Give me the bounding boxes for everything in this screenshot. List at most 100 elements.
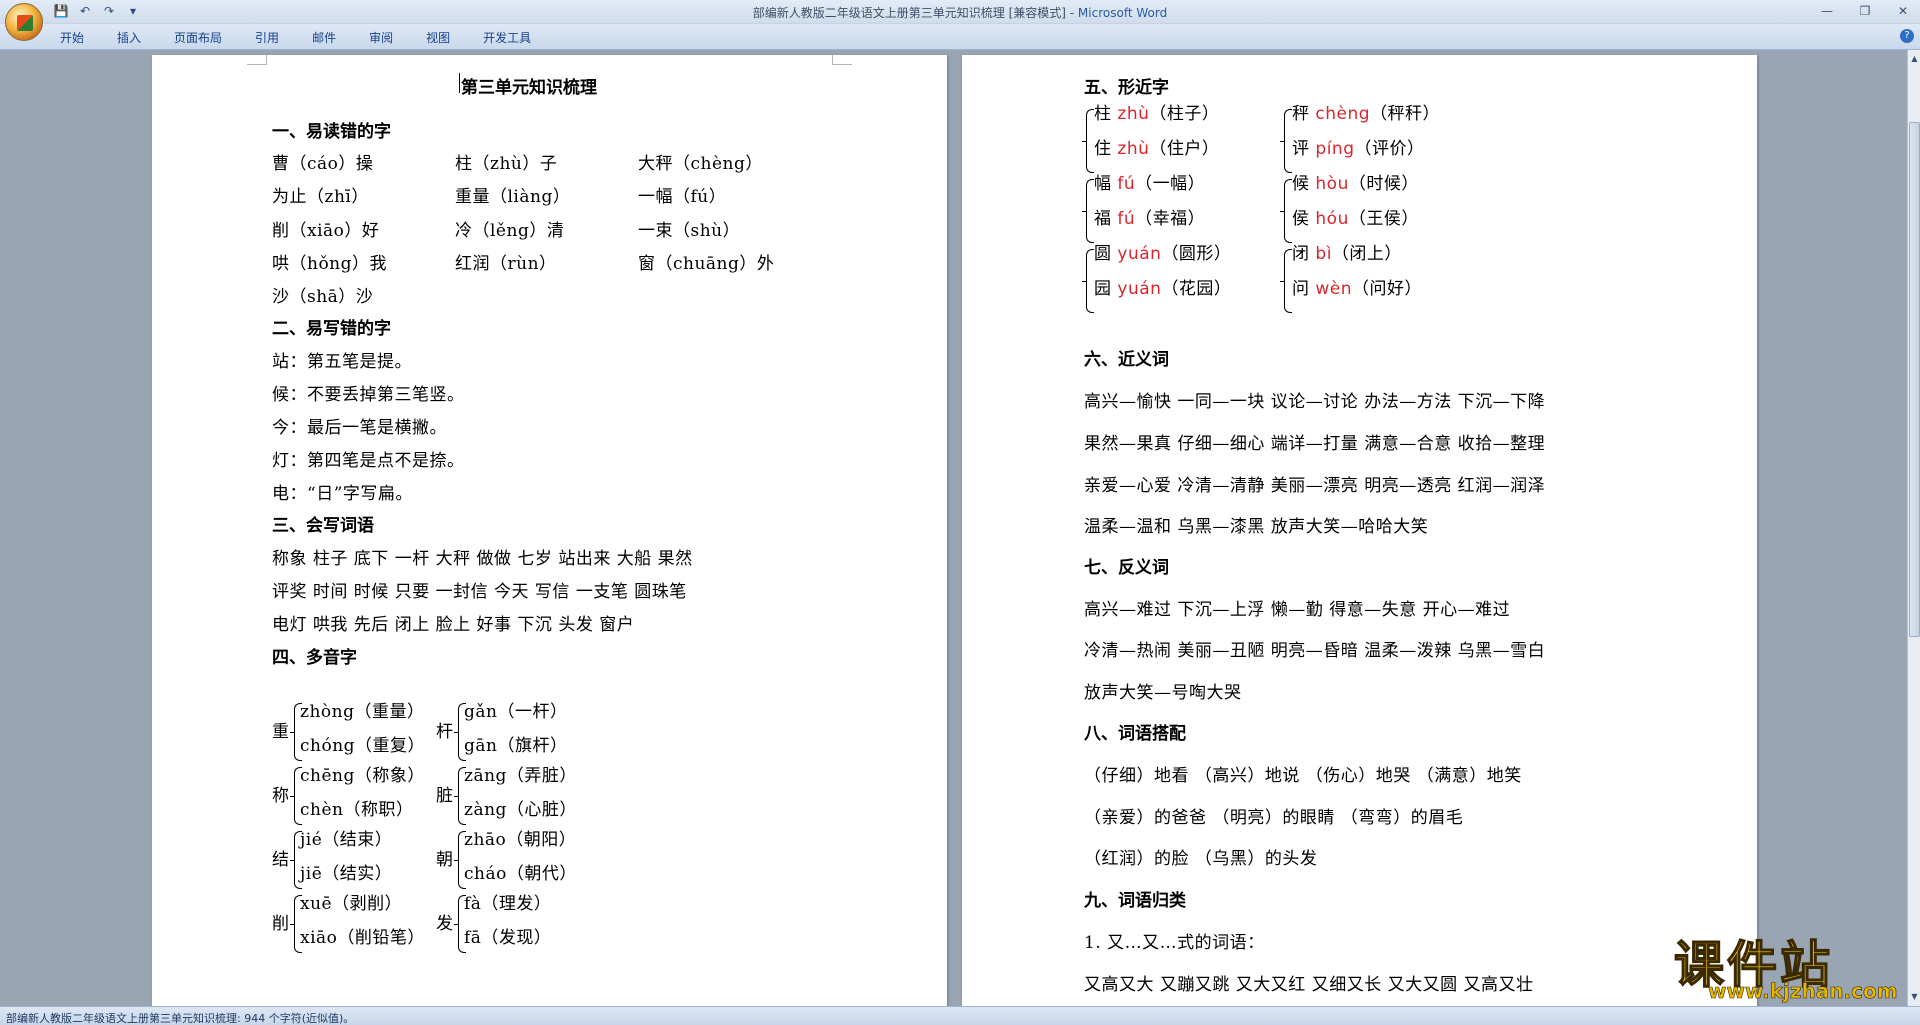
polyphone-reading: jié（结束）: [300, 830, 393, 850]
brace: [1082, 211, 1086, 212]
s1-item: 红润（rùn）: [455, 254, 557, 274]
brace: [1082, 141, 1086, 142]
tab-home[interactable]: 开始: [60, 29, 97, 46]
similar-char: 评: [1292, 139, 1310, 159]
help-icon[interactable]: ?: [1900, 29, 1914, 43]
pinyin-red: bì: [1309, 244, 1332, 264]
polyphone-reading: zhòng（重量）: [300, 702, 425, 722]
s1-item: 沙（shā）沙: [272, 287, 374, 307]
pinyin-red: yuán: [1111, 279, 1162, 299]
similar-char-line: 候 hòu（时候）: [1292, 169, 1419, 194]
brace: [290, 924, 294, 925]
s3-line: 电灯 哄我 先后 闭上 脸上 好事 下沉 头发 窗户: [272, 615, 635, 635]
polyphone-reading: gǎn（一杆）: [464, 702, 568, 722]
s1-item: 冷（lěng）清: [455, 221, 565, 241]
minimize-button[interactable]: —: [1818, 2, 1836, 20]
scroll-up-icon[interactable]: ▲: [1909, 52, 1920, 65]
heading-3: 三、会写词语: [272, 516, 374, 536]
window-controls: — ❐ ✕: [1818, 2, 1912, 20]
tab-view[interactable]: 视图: [426, 29, 463, 46]
brace: [454, 796, 458, 797]
restore-button[interactable]: ❐: [1856, 2, 1874, 20]
brace: [1280, 281, 1284, 282]
tab-references[interactable]: 引用: [255, 29, 292, 46]
brace: [1284, 109, 1292, 173]
s1-item: 柱（zhù）子: [455, 154, 558, 174]
similar-word: （评价）: [1354, 139, 1425, 159]
s8-line: （仔细）地看 （高兴）地说 （伤心）地哭 （满意）地笑: [1084, 766, 1522, 786]
s6-line: 果然—果真 仔细—细心 端详—打量 满意—合意 收拾—整理: [1084, 434, 1546, 454]
close-button[interactable]: ✕: [1894, 2, 1912, 20]
product-name: - Microsoft Word: [1065, 6, 1168, 20]
similar-word: （住户）: [1149, 139, 1220, 159]
pinyin-red: fú: [1111, 209, 1136, 229]
s1-item: 曹（cáo）操: [272, 154, 374, 174]
scroll-down-icon[interactable]: ▼: [1909, 990, 1920, 1003]
similar-char: 住: [1094, 139, 1112, 159]
similar-word: （时候）: [1348, 174, 1419, 194]
similar-char: 园: [1094, 279, 1112, 299]
polyphone-reading: zāng（弄脏）: [464, 766, 577, 786]
tab-developer[interactable]: 开发工具: [483, 29, 544, 46]
polyphone-char: 朝: [436, 850, 454, 870]
s3-line: 称象 柱子 底下 一杆 大秤 做做 七岁 站出来 大船 果然: [272, 549, 693, 569]
polyphone-reading: jiē（结实）: [300, 864, 393, 884]
similar-char-line: 福 fú（幸福）: [1094, 204, 1205, 229]
s1-item: 窗（chuāng）外: [638, 254, 775, 274]
title-bar: 💾 ↶ ↷ ▾ 部编新人教版二年级语文上册第三单元知识梳理 [兼容模式] - M…: [0, 0, 1920, 24]
similar-char: 幅: [1094, 174, 1112, 194]
s1-item: 大秤（chèng）: [638, 154, 763, 174]
pinyin-red: hòu: [1309, 174, 1349, 194]
brace: [454, 860, 458, 861]
s2-line: 今：最后一笔是横撇。: [272, 418, 447, 438]
s2-line: 电：“日”字写扁。: [272, 484, 413, 504]
similar-word: （闭上）: [1331, 244, 1402, 264]
similar-char: 候: [1292, 174, 1310, 194]
similar-char-line: 问 wèn（问好）: [1292, 274, 1422, 299]
heading-5: 五、形近字: [1084, 78, 1169, 98]
watermark-url: www.kjzhan.com: [1708, 979, 1898, 1004]
margin-mark: [247, 55, 267, 65]
s1-item: 哄（hǒng）我: [272, 254, 388, 274]
office-button[interactable]: [5, 3, 43, 41]
brace: [290, 860, 294, 861]
similar-char-line: 侯 hóu（王侯）: [1292, 204, 1419, 229]
brace: [290, 796, 294, 797]
tab-insert[interactable]: 插入: [117, 29, 154, 46]
similar-word: （问好）: [1352, 279, 1423, 299]
polyphone-reading: chēng（称象）: [300, 766, 425, 786]
brace: [1082, 281, 1086, 282]
page-right[interactable]: 五、形近字 六、近义词 高兴—愉快 一同—一块 议论—讨论 办法—方法 下沉—下…: [962, 55, 1757, 1006]
heading-2: 二、易写错的字: [272, 319, 391, 339]
s9-line: 又高又大 又蹦又跳 又大又红 又细又长 又大又圆 又高又壮: [1084, 975, 1534, 995]
polyphone-char: 削: [272, 914, 290, 934]
similar-word: （花园）: [1161, 279, 1232, 299]
s1-item: 为止（zhī）: [272, 187, 369, 207]
ribbon-tabs: 开始 插入 页面布局 引用 邮件 审阅 视图 开发工具 ?: [0, 24, 1920, 50]
brace: [1280, 141, 1284, 142]
document-area: 第三单元知识梳理 一、易读错的字 曹（cáo）操 柱（zhù）子 大秤（chèn…: [0, 50, 1907, 1006]
polyphone-char: 发: [436, 914, 454, 934]
similar-char: 侯: [1292, 209, 1310, 229]
brace: [1086, 109, 1094, 173]
s6-line: 亲爱—心爱 冷清—清静 美丽—漂亮 明亮—透亮 红润—润泽: [1084, 476, 1546, 496]
s8-line: （亲爱）的爸爸 （明亮）的眼睛 （弯弯）的眉毛: [1084, 808, 1464, 828]
page-left[interactable]: 第三单元知识梳理 一、易读错的字 曹（cáo）操 柱（zhù）子 大秤（chèn…: [152, 55, 947, 1006]
similar-char-line: 柱 zhù（柱子）: [1094, 99, 1219, 124]
scroll-thumb[interactable]: [1909, 122, 1920, 637]
pinyin-red: zhù: [1111, 104, 1150, 124]
brace: [1284, 179, 1292, 243]
brace: [454, 732, 458, 733]
polyphone-char: 结: [272, 850, 290, 870]
tab-review[interactable]: 审阅: [369, 29, 406, 46]
margin-mark: [832, 55, 852, 65]
similar-word: （秤秆）: [1370, 104, 1441, 124]
pinyin-red: hóu: [1309, 209, 1349, 229]
s1-item: 削（xiāo）好: [272, 221, 380, 241]
heading-8: 八、词语搭配: [1084, 724, 1186, 744]
tab-mailings[interactable]: 邮件: [312, 29, 349, 46]
s2-line: 候：不要丢掉第三笔竖。: [272, 385, 465, 405]
s1-item: 一幅（fú）: [638, 187, 727, 207]
tab-page-layout[interactable]: 页面布局: [174, 29, 235, 46]
vertical-scrollbar[interactable]: ▲ ▼: [1907, 50, 1920, 1006]
